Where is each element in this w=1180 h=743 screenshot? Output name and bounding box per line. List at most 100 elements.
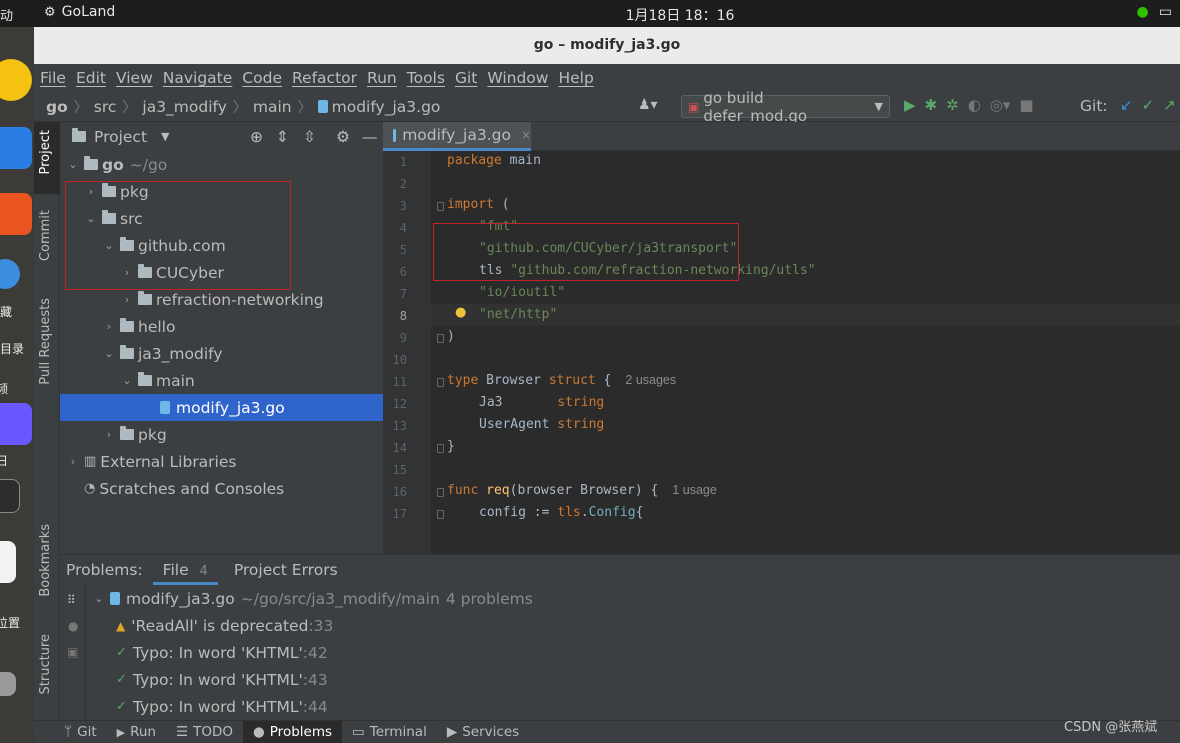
activities-label[interactable]: 动 bbox=[0, 5, 13, 24]
code-line-8[interactable]: "net/http" bbox=[479, 307, 557, 322]
writer-icon[interactable] bbox=[0, 127, 32, 169]
collapse-all-icon[interactable]: ⇳ bbox=[303, 128, 316, 146]
chevron-down-icon[interactable]: ▼ bbox=[161, 130, 169, 143]
problem-item[interactable]: ✓ Typo: In word 'KHTML' :43 bbox=[116, 666, 328, 693]
menu-window[interactable]: Window bbox=[487, 69, 548, 87]
problem-item[interactable]: ✓ Typo: In word 'KHTML' :44 bbox=[116, 693, 328, 720]
chevron-down-icon[interactable]: ⌄ bbox=[120, 374, 134, 387]
code-line-7[interactable]: "io/ioutil" bbox=[479, 285, 565, 300]
tree-item-scratches[interactable]: ◔ Scratches and Consoles bbox=[60, 475, 383, 502]
wechat-icon[interactable]: ● bbox=[1137, 4, 1149, 20]
breadcrumb-item[interactable]: main bbox=[253, 98, 292, 116]
tree-item-hello[interactable]: › hello bbox=[60, 313, 383, 340]
usages-hint[interactable]: 2 usages bbox=[625, 373, 676, 387]
tool-todo[interactable]: ☰ TODO bbox=[166, 721, 243, 743]
menu-help[interactable]: Help bbox=[558, 69, 593, 87]
chevron-right-icon[interactable]: › bbox=[120, 293, 134, 306]
problems-file-row[interactable]: ⌄ modify_ja3.go ~/go/src/ja3_modify/main… bbox=[92, 585, 532, 612]
menu-refactor[interactable]: Refactor bbox=[292, 69, 357, 87]
tool-run[interactable]: ▶ Run bbox=[107, 721, 166, 743]
tree-item-main[interactable]: ⌄ main bbox=[60, 367, 383, 394]
problem-item[interactable]: ✓ Typo: In word 'KHTML' :42 bbox=[116, 639, 328, 666]
menu-run[interactable]: Run bbox=[367, 69, 397, 87]
fold-marker-icon[interactable] bbox=[437, 334, 444, 343]
project-panel-title[interactable]: Project bbox=[94, 128, 147, 146]
close-icon[interactable]: × bbox=[521, 128, 531, 142]
tab-file[interactable]: File 4 bbox=[152, 555, 218, 585]
menu-tools[interactable]: Tools bbox=[407, 69, 445, 87]
fold-marker-icon[interactable] bbox=[437, 510, 444, 519]
push-icon[interactable]: ↗ bbox=[1163, 96, 1176, 114]
tab-project-errors[interactable]: Project Errors bbox=[224, 555, 348, 585]
window-icon[interactable] bbox=[0, 479, 20, 513]
chevron-down-icon[interactable]: ⌄ bbox=[102, 347, 116, 360]
attach-icon[interactable]: ◎▾ bbox=[990, 96, 1011, 114]
network-icon[interactable]: ▭ bbox=[1159, 4, 1172, 20]
menu-code[interactable]: Code bbox=[242, 69, 282, 87]
tree-item-external-libraries[interactable]: › ▥ External Libraries bbox=[60, 448, 383, 475]
drive-icon[interactable] bbox=[0, 672, 16, 696]
problem-item[interactable]: ▲ 'ReadAll' is deprecated :33 bbox=[116, 612, 333, 639]
pull-requests-tab-label[interactable]: Pull Requests bbox=[38, 298, 53, 385]
project-tab-label[interactable]: Project bbox=[38, 130, 53, 174]
goland-dock-icon[interactable] bbox=[0, 403, 32, 445]
tree-item-pkg-2[interactable]: › pkg bbox=[60, 421, 383, 448]
fold-marker-icon[interactable] bbox=[437, 378, 444, 387]
hide-icon[interactable]: — bbox=[362, 128, 378, 146]
menu-edit[interactable]: Edit bbox=[76, 69, 106, 87]
tool-git[interactable]: ᛘ Git bbox=[54, 721, 107, 743]
menu-navigate[interactable]: Navigate bbox=[163, 69, 233, 87]
profile-icon[interactable]: ◐ bbox=[968, 96, 981, 114]
code-line-9[interactable]: ) bbox=[447, 329, 455, 344]
menu-git[interactable]: Git bbox=[455, 69, 477, 87]
stop-icon[interactable]: ■ bbox=[1019, 96, 1033, 114]
code-line-17[interactable]: config := tls.Config{ bbox=[479, 505, 643, 520]
app-menu[interactable]: ⚙ GoLand bbox=[44, 4, 115, 20]
chevron-right-icon[interactable]: › bbox=[102, 428, 116, 441]
code-line-1[interactable]: package main bbox=[447, 153, 541, 168]
tool-problems[interactable]: ● Problems bbox=[243, 720, 343, 743]
gear-icon[interactable]: ⚙ bbox=[336, 128, 350, 146]
user-icon[interactable]: ♟▾ bbox=[638, 97, 658, 113]
chevron-right-icon[interactable]: › bbox=[102, 320, 116, 333]
bookmarks-tab-label[interactable]: Bookmarks bbox=[38, 524, 53, 597]
chevron-down-icon[interactable]: ⌄ bbox=[66, 158, 80, 171]
preview-icon[interactable]: ▣ bbox=[67, 645, 78, 659]
code-line-14[interactable]: } bbox=[447, 439, 455, 454]
tree-item-ja3-modify[interactable]: ⌄ ja3_modify bbox=[60, 340, 383, 367]
software-center-icon[interactable] bbox=[0, 193, 32, 235]
code-line-3[interactable]: import ( bbox=[447, 197, 510, 212]
tool-terminal[interactable]: ▭ Terminal bbox=[342, 721, 437, 743]
debug-icon[interactable]: ✱ bbox=[925, 96, 938, 114]
run-icon[interactable]: ▶ bbox=[904, 96, 916, 114]
fold-marker-icon[interactable] bbox=[437, 444, 444, 453]
commit-tab-label[interactable]: Commit bbox=[38, 210, 53, 261]
run-configuration-select[interactable]: ▣ go build defer_mod.go ▼ bbox=[681, 89, 890, 125]
locate-icon[interactable]: ⊕ bbox=[250, 128, 263, 146]
code-line-12[interactable]: Ja3 string bbox=[479, 395, 604, 410]
menu-file[interactable]: File bbox=[40, 69, 66, 87]
tree-item-modify-ja3-go[interactable]: modify_ja3.go bbox=[60, 394, 383, 421]
code-line-11[interactable]: type Browser struct {2 usages bbox=[447, 373, 676, 388]
chevron-down-icon[interactable]: ⌄ bbox=[92, 592, 106, 605]
breadcrumb-item[interactable]: ja3_modify bbox=[142, 98, 227, 116]
fold-marker-icon[interactable] bbox=[437, 488, 444, 497]
tree-item-go[interactable]: ⌄ go ~/go bbox=[60, 151, 383, 178]
tree-item-refraction-networking[interactable]: › refraction-networking bbox=[60, 286, 383, 313]
breadcrumb-item[interactable]: modify_ja3.go bbox=[332, 98, 441, 116]
update-project-icon[interactable]: ↙ bbox=[1120, 96, 1133, 114]
usages-hint[interactable]: 1 usage bbox=[672, 483, 716, 497]
tool-services[interactable]: ▶ Services bbox=[437, 721, 529, 743]
structure-tab-label[interactable]: Structure bbox=[38, 634, 53, 694]
system-clock[interactable]: 1月18日 18：16 bbox=[600, 5, 760, 25]
breadcrumb-item[interactable]: src bbox=[94, 98, 117, 116]
code-line-13[interactable]: UserAgent string bbox=[479, 417, 604, 432]
fold-marker-icon[interactable] bbox=[437, 202, 444, 211]
chevron-right-icon[interactable]: › bbox=[66, 455, 80, 468]
lightbulb-icon[interactable]: ● bbox=[68, 619, 78, 633]
code-line-16[interactable]: func req(browser Browser) {1 usage bbox=[447, 483, 717, 498]
rhythmbox-icon[interactable] bbox=[0, 59, 32, 101]
menu-view[interactable]: View bbox=[116, 69, 153, 87]
breadcrumb-item[interactable]: go bbox=[46, 98, 68, 116]
commit-icon[interactable]: ✓ bbox=[1142, 96, 1155, 114]
